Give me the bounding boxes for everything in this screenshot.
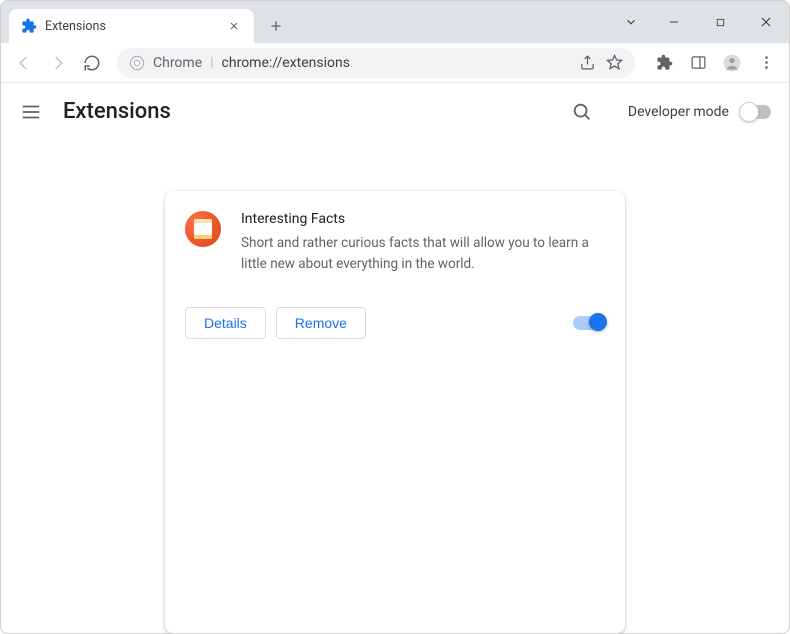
address-url: chrome://extensions — [222, 55, 571, 71]
extension-card: Interesting Facts Short and rather curio… — [165, 191, 625, 633]
tab-strip: Extensions — [1, 1, 789, 43]
extension-name: Interesting Facts — [241, 211, 605, 227]
browser-window: Extensions — [0, 0, 790, 634]
chrome-icon — [129, 55, 145, 71]
share-icon[interactable] — [579, 54, 596, 71]
address-bar[interactable]: Chrome | chrome://extensions — [117, 48, 635, 78]
browser-tab[interactable]: Extensions — [9, 9, 254, 43]
extension-icon — [185, 211, 221, 247]
menu-button[interactable] — [751, 48, 781, 78]
window-controls — [611, 1, 789, 43]
extensions-button[interactable] — [649, 48, 679, 78]
reload-button[interactable] — [77, 48, 107, 78]
remove-button[interactable]: Remove — [276, 307, 366, 339]
back-button[interactable] — [9, 48, 39, 78]
content-area: Interesting Facts Short and rather curio… — [1, 141, 789, 633]
new-tab-button[interactable] — [262, 12, 290, 40]
tab-search-button[interactable] — [611, 5, 651, 39]
extension-description: Short and rather curious facts that will… — [241, 233, 605, 275]
puzzle-icon — [21, 18, 37, 34]
bookmark-icon[interactable] — [606, 54, 623, 71]
developer-mode-toggle[interactable] — [741, 105, 771, 119]
address-divider: | — [210, 55, 213, 71]
developer-mode-label: Developer mode — [628, 104, 729, 120]
forward-button[interactable] — [43, 48, 73, 78]
profile-button[interactable] — [717, 48, 747, 78]
browser-toolbar: Chrome | chrome://extensions — [1, 43, 789, 83]
close-tab-button[interactable] — [226, 18, 242, 34]
page-title: Extensions — [63, 99, 550, 124]
details-button[interactable]: Details — [185, 307, 266, 339]
close-window-button[interactable] — [743, 5, 789, 39]
page-header: Extensions Developer mode — [1, 83, 789, 141]
extension-enable-toggle[interactable] — [573, 316, 605, 330]
developer-mode: Developer mode — [628, 104, 771, 120]
search-button[interactable] — [570, 100, 594, 124]
tab-title: Extensions — [45, 19, 218, 34]
menu-icon[interactable] — [19, 100, 43, 124]
minimize-button[interactable] — [651, 5, 697, 39]
side-panel-button[interactable] — [683, 48, 713, 78]
address-prefix: Chrome — [153, 55, 202, 71]
maximize-button[interactable] — [697, 5, 743, 39]
